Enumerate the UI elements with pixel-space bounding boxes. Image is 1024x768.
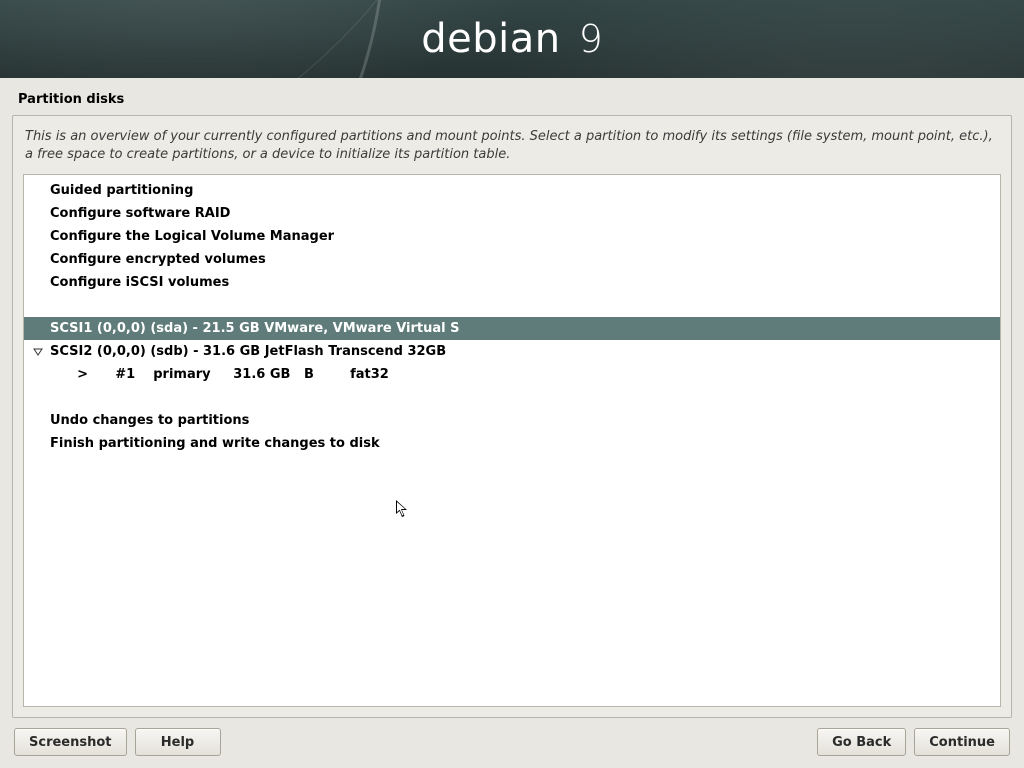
device-row[interactable]: SCSI1 (0,0,0) (sda) - 21.5 GB VMware, VM… [24, 317, 1000, 340]
go-back-button[interactable]: Go Back [817, 728, 906, 756]
main-panel: This is an overview of your currently co… [12, 115, 1012, 718]
row-label: Configure iSCSI volumes [46, 275, 229, 290]
partition-row[interactable]: > #1 primary 31.6 GB B fat32 [24, 363, 1000, 386]
action-item[interactable]: Finish partitioning and write changes to… [24, 432, 1000, 455]
row-label: > #1 primary 31.6 GB B fat32 [46, 367, 389, 382]
brand-version: 9 [579, 17, 603, 61]
action-item[interactable]: Guided partitioning [24, 179, 1000, 202]
action-item[interactable]: Configure encrypted volumes [24, 248, 1000, 271]
screenshot-button[interactable]: Screenshot [14, 728, 127, 756]
blank-row [24, 294, 1000, 317]
action-item[interactable]: Undo changes to partitions [24, 409, 1000, 432]
brand: debian 9 [421, 16, 603, 62]
page: Partition disks This is an overview of y… [0, 78, 1024, 768]
row-label: Undo changes to partitions [46, 413, 249, 428]
brand-name: debian [421, 16, 560, 62]
row-label: Configure software RAID [46, 206, 230, 221]
instructions-text: This is an overview of your currently co… [23, 126, 1001, 174]
help-button[interactable]: Help [135, 728, 221, 756]
blank-row [24, 386, 1000, 409]
row-label: SCSI2 (0,0,0) (sdb) - 31.6 GB JetFlash T… [46, 344, 446, 359]
action-item[interactable]: Configure software RAID [24, 202, 1000, 225]
row-label: Finish partitioning and write changes to… [46, 436, 380, 451]
action-item[interactable]: Configure the Logical Volume Manager [24, 225, 1000, 248]
footer-buttons: Screenshot Help Go Back Continue [12, 718, 1012, 758]
device-row[interactable]: SCSI2 (0,0,0) (sdb) - 31.6 GB JetFlash T… [24, 340, 1000, 363]
continue-button[interactable]: Continue [914, 728, 1010, 756]
expander-icon [30, 347, 46, 357]
row-label: SCSI1 (0,0,0) (sda) - 21.5 GB VMware, VM… [46, 321, 459, 336]
installer-banner: debian 9 [0, 0, 1024, 78]
partition-listbox[interactable]: Guided partitioning Configure software RA… [23, 174, 1001, 707]
row-label: Configure the Logical Volume Manager [46, 229, 334, 244]
page-title: Partition disks [12, 88, 1012, 115]
action-item[interactable]: Configure iSCSI volumes [24, 271, 1000, 294]
row-label: Configure encrypted volumes [46, 252, 266, 267]
row-label: Guided partitioning [46, 183, 193, 198]
